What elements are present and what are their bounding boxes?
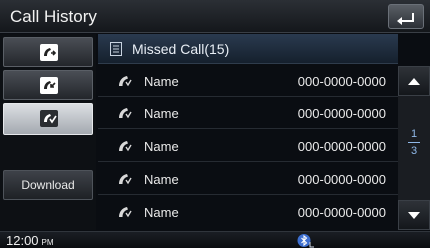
- scroll-up-button[interactable]: [398, 66, 430, 96]
- missed-call-icon: [40, 110, 58, 127]
- caller-number: 000-0000-0000: [297, 106, 386, 121]
- call-list-item[interactable]: Name 000-0000-0000: [98, 66, 398, 97]
- bluetooth-icon: [297, 234, 314, 248]
- received-call-icon: [40, 77, 58, 94]
- total-pages: 3: [410, 145, 418, 157]
- scroll-down-button[interactable]: [398, 200, 430, 230]
- caller-number: 000-0000-0000: [297, 205, 386, 220]
- page-divider: [408, 142, 420, 143]
- caller-name: Name: [144, 106, 179, 121]
- header-bar: Call History: [0, 0, 430, 33]
- caller-number: 000-0000-0000: [297, 139, 386, 154]
- phone-icon: [119, 76, 132, 87]
- current-page: 1: [410, 128, 418, 140]
- scroll-down-icon: [408, 212, 420, 219]
- received-calls-button[interactable]: [3, 70, 93, 100]
- clock-time: 12:00: [6, 233, 39, 248]
- scroll-up-icon: [408, 78, 420, 85]
- clock-ampm: PM: [41, 238, 54, 247]
- outgoing-calls-button[interactable]: [3, 37, 93, 67]
- call-list-item[interactable]: Name 000-0000-0000: [98, 197, 398, 228]
- call-type-menu: Download: [0, 34, 96, 230]
- missed-calls-button[interactable]: [3, 103, 93, 135]
- outgoing-call-icon: [40, 44, 58, 61]
- caller-name: Name: [144, 74, 179, 89]
- page-indicator: 1 3: [398, 128, 430, 168]
- category-bar: Missed Call(15): [98, 34, 398, 64]
- call-list: Name 000-0000-0000 Name 000-0000-0000 Na…: [98, 66, 398, 230]
- back-icon: [397, 13, 414, 25]
- scroll-bar: 1 3: [398, 66, 430, 230]
- call-list-item[interactable]: Name 000-0000-0000: [98, 98, 398, 129]
- phone-icon: [119, 207, 132, 218]
- call-list-item[interactable]: Name 000-0000-0000: [98, 164, 398, 195]
- call-list-item[interactable]: Name 000-0000-0000: [98, 131, 398, 162]
- back-button[interactable]: [388, 4, 424, 29]
- clock: 12:00 PM: [6, 233, 54, 248]
- phone-icon: [119, 108, 132, 119]
- caller-name: Name: [144, 172, 179, 187]
- download-button[interactable]: Download: [3, 170, 93, 200]
- caller-number: 000-0000-0000: [297, 172, 386, 187]
- caller-name: Name: [144, 139, 179, 154]
- document-icon: [110, 42, 122, 56]
- caller-name: Name: [144, 205, 179, 220]
- phone-icon: [119, 141, 132, 152]
- category-label: Missed Call(15): [132, 41, 230, 57]
- page-title: Call History: [10, 7, 97, 26]
- caller-number: 000-0000-0000: [297, 74, 386, 89]
- call-history-screen: Call History Download Missed Call(15) Na…: [0, 0, 430, 248]
- phone-icon: [119, 174, 132, 185]
- status-bar: 12:00 PM: [0, 231, 430, 248]
